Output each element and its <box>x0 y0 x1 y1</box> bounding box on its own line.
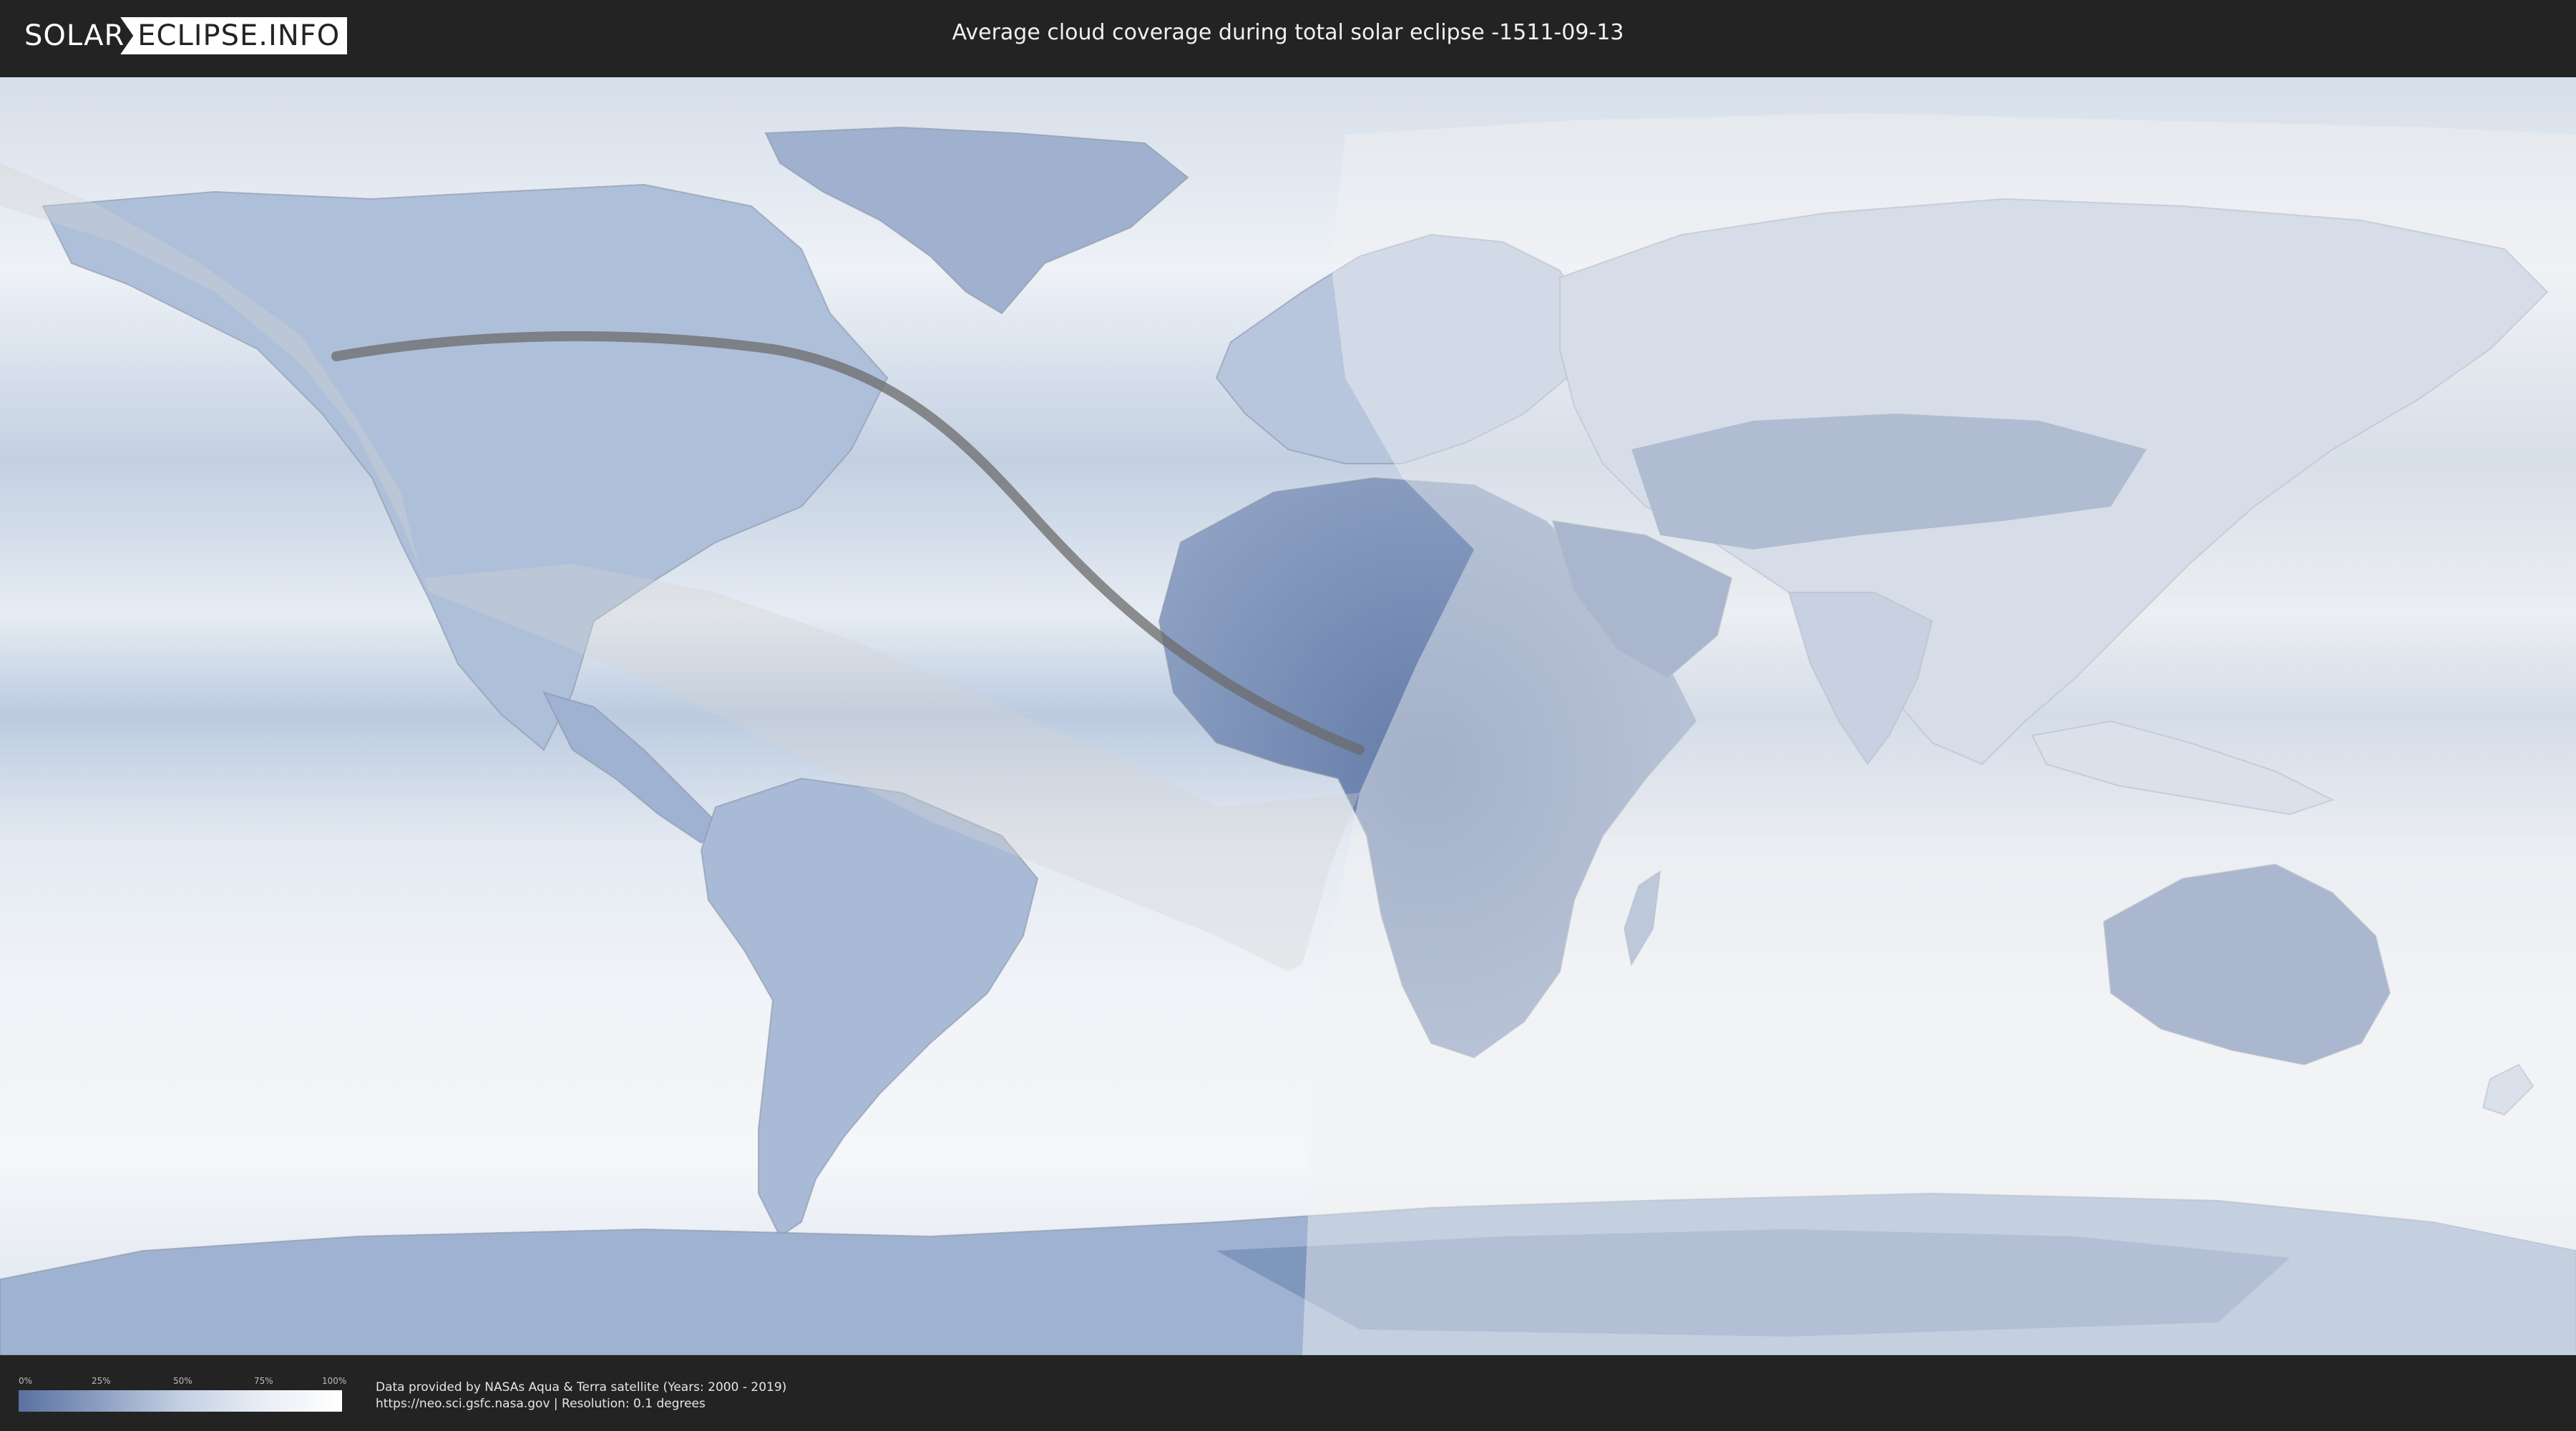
eclipse-visibility-zone-east <box>1302 113 2576 1355</box>
data-credit-line: Data provided by NASAs Aqua & Terra sate… <box>376 1380 787 1395</box>
legend-tick-75: 75% <box>254 1376 273 1386</box>
data-source-line: https://neo.sci.gsfc.nasa.gov | Resoluti… <box>376 1397 706 1411</box>
legend-tick-25: 25% <box>92 1376 111 1386</box>
cloud-coverage-legend-bar <box>19 1390 342 1412</box>
legend-tick-50: 50% <box>173 1376 192 1386</box>
legend-tick-0: 0% <box>19 1376 33 1386</box>
page-title: Average cloud coverage during total sola… <box>952 20 1624 45</box>
legend-tick-100: 100% <box>322 1376 347 1386</box>
header-bar: SOLAR ECLIPSE.INFO Average cloud coverag… <box>0 0 2576 72</box>
footer-bar <box>0 1358 2576 1431</box>
world-map-svg <box>0 77 2576 1355</box>
cloud-coverage-map <box>0 77 2576 1355</box>
